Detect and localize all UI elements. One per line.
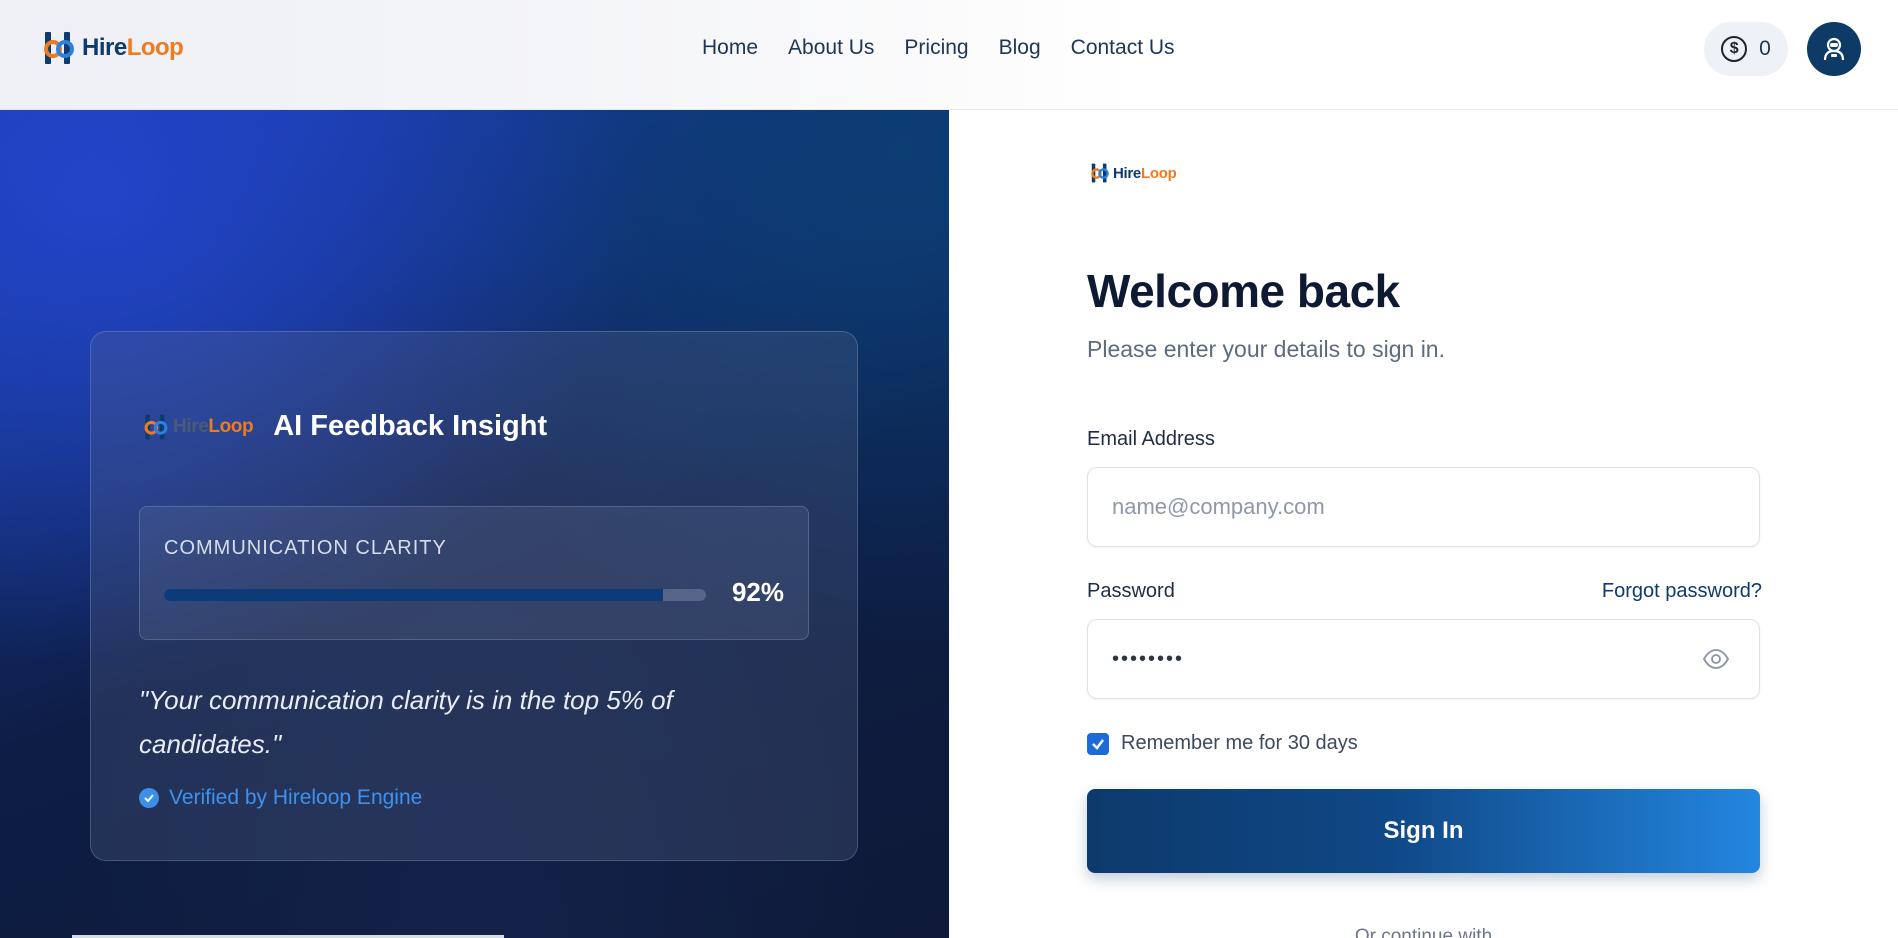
password-field[interactable] <box>1087 619 1760 699</box>
signin-panel: HireLoop Welcome back Please enter your … <box>949 110 1898 938</box>
email-field[interactable] <box>1087 467 1760 547</box>
credits-count: 0 <box>1759 37 1771 60</box>
card-brand-logo: HireLoop <box>143 413 254 441</box>
eye-icon[interactable] <box>1700 643 1732 675</box>
hireloop-logo-icon <box>44 32 74 64</box>
page-subtitle: Please enter your details to sign in. <box>1087 336 1445 362</box>
sign-in-button[interactable]: Sign In <box>1087 789 1760 873</box>
email-label: Email Address <box>1087 428 1215 450</box>
form-brand-logo: HireLoop <box>1090 162 1177 184</box>
feedback-quote: "Your communication clarity is in the to… <box>139 685 673 759</box>
check-circle-icon <box>139 788 159 808</box>
password-label: Password <box>1087 580 1175 602</box>
metric-progress-bar <box>164 589 706 601</box>
top-navbar: HireLoop Home About Us Pricing Blog Cont… <box>0 0 1898 110</box>
card-header: HireLoop AI Feedback Insight <box>143 410 547 443</box>
nav-home[interactable]: Home <box>702 36 758 60</box>
profile-avatar-button[interactable] <box>1807 22 1861 76</box>
brand-name: HireLoop <box>82 34 184 61</box>
verified-text: Verified by Hireloop Engine <box>169 786 423 809</box>
card-title: AI Feedback Insight <box>273 410 548 442</box>
brand-logo[interactable]: HireLoop <box>42 30 184 66</box>
login-page: HireLoop Home About Us Pricing Blog Cont… <box>0 0 1898 938</box>
ai-feedback-card: HireLoop AI Feedback Insight COMMUNICATI… <box>90 331 858 861</box>
credits-balance-button[interactable]: $ 0 <box>1704 22 1788 76</box>
remember-me-checkbox[interactable] <box>1087 732 1109 755</box>
dollar-coin-icon: $ <box>1721 36 1748 62</box>
metric-progress-fill <box>164 589 663 601</box>
forgot-password-link[interactable]: Forgot password? <box>1602 580 1762 603</box>
nav-contact-us[interactable]: Contact Us <box>1071 36 1175 60</box>
user-avatar-icon <box>1823 37 1845 61</box>
nav-pricing[interactable]: Pricing <box>904 36 968 60</box>
main-nav: Home About Us Pricing Blog Contact Us <box>702 36 1175 60</box>
remember-me-row: Remember me for 30 days <box>1087 732 1358 755</box>
remember-me-label: Remember me for 30 days <box>1121 732 1358 754</box>
hireloop-logo-icon <box>1091 163 1109 183</box>
nav-about-us[interactable]: About Us <box>788 36 874 60</box>
hireloop-logo-icon <box>144 414 168 439</box>
communication-clarity-metric: COMMUNICATION CLARITY 92% <box>139 506 809 640</box>
metric-label: COMMUNICATION CLARITY <box>164 537 447 559</box>
nav-blog[interactable]: Blog <box>999 36 1041 60</box>
verified-badge: Verified by Hireloop Engine <box>139 786 422 810</box>
metric-value: 92% <box>731 577 784 607</box>
continue-with-divider: Or continue with <box>1354 926 1493 938</box>
page-title: Welcome back <box>1087 265 1400 317</box>
hero-panel: HireLoop AI Feedback Insight COMMUNICATI… <box>0 110 949 938</box>
